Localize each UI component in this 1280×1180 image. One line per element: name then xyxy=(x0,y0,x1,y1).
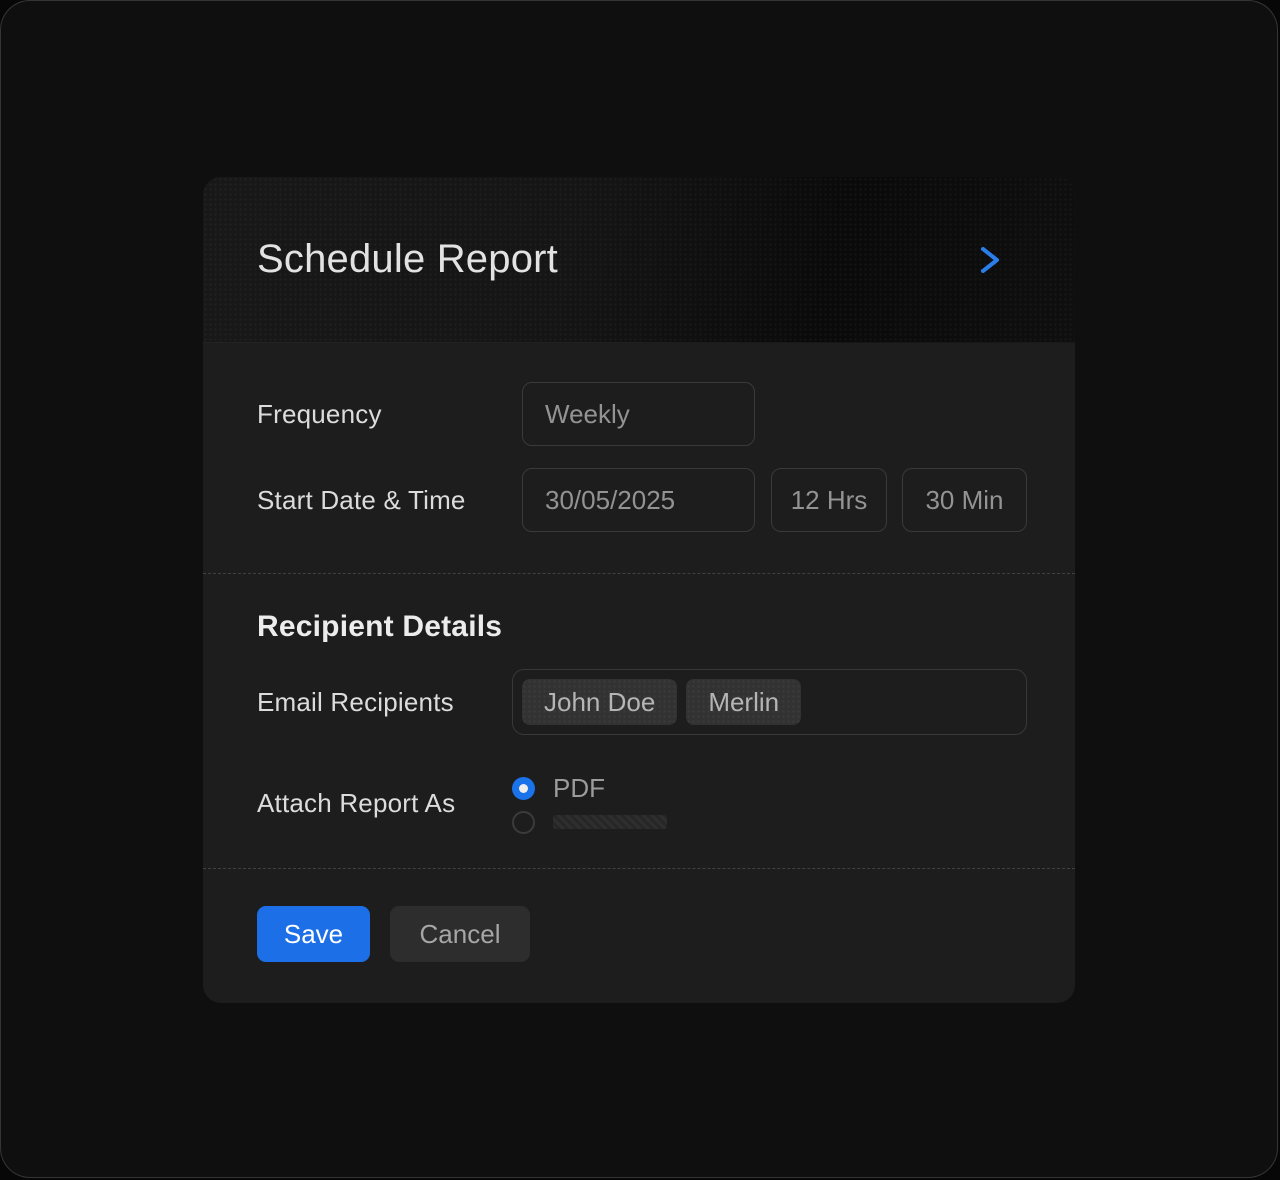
radio-option-pdf[interactable]: PDF xyxy=(512,773,667,803)
start-datetime-label: Start Date & Time xyxy=(257,484,466,515)
radio-option-other[interactable] xyxy=(512,810,667,834)
dialog-title: Schedule Report xyxy=(257,237,558,281)
frequency-row: Frequency Weekly xyxy=(257,382,1027,446)
radio-unselected-icon[interactable] xyxy=(512,810,535,834)
attach-report-label: Attach Report As xyxy=(257,788,456,818)
start-minutes-select[interactable]: 30 Min xyxy=(902,468,1027,532)
start-date-input[interactable]: 30/05/2025 xyxy=(522,468,755,532)
schedule-section: Frequency Weekly Start Date & Time 30/05… xyxy=(203,343,1075,574)
email-recipients-input[interactable]: John Doe Merlin xyxy=(512,669,1027,735)
email-recipients-label: Email Recipients xyxy=(257,686,454,717)
save-button[interactable]: Save xyxy=(257,906,370,962)
attach-report-row: Attach Report As PDF xyxy=(257,773,1027,834)
start-hours-select[interactable]: 12 Hrs xyxy=(771,468,887,532)
recipient-chip[interactable]: Merlin xyxy=(686,679,802,725)
page-background: Schedule Report Frequency Weekly Start D… xyxy=(0,0,1278,1178)
recipient-chip[interactable]: John Doe xyxy=(522,679,678,725)
attach-format-options: PDF xyxy=(512,773,667,834)
recipient-section: Recipient Details Email Recipients John … xyxy=(203,574,1075,869)
cancel-button[interactable]: Cancel xyxy=(390,906,530,962)
dialog-footer: Save Cancel xyxy=(203,869,1075,1003)
email-recipients-row: Email Recipients John Doe Merlin xyxy=(257,669,1027,735)
radio-option-pdf-label: PDF xyxy=(553,772,605,803)
redacted-option-label xyxy=(553,815,667,829)
chevron-right-icon[interactable] xyxy=(977,243,1003,277)
schedule-report-dialog: Schedule Report Frequency Weekly Start D… xyxy=(203,177,1075,1003)
start-datetime-row: Start Date & Time 30/05/2025 12 Hrs 30 M… xyxy=(257,468,1027,532)
frequency-select[interactable]: Weekly xyxy=(522,382,755,446)
frequency-label: Frequency xyxy=(257,398,382,429)
recipient-details-heading: Recipient Details xyxy=(257,610,503,643)
radio-selected-icon[interactable] xyxy=(512,776,535,800)
dialog-header: Schedule Report xyxy=(203,177,1075,343)
